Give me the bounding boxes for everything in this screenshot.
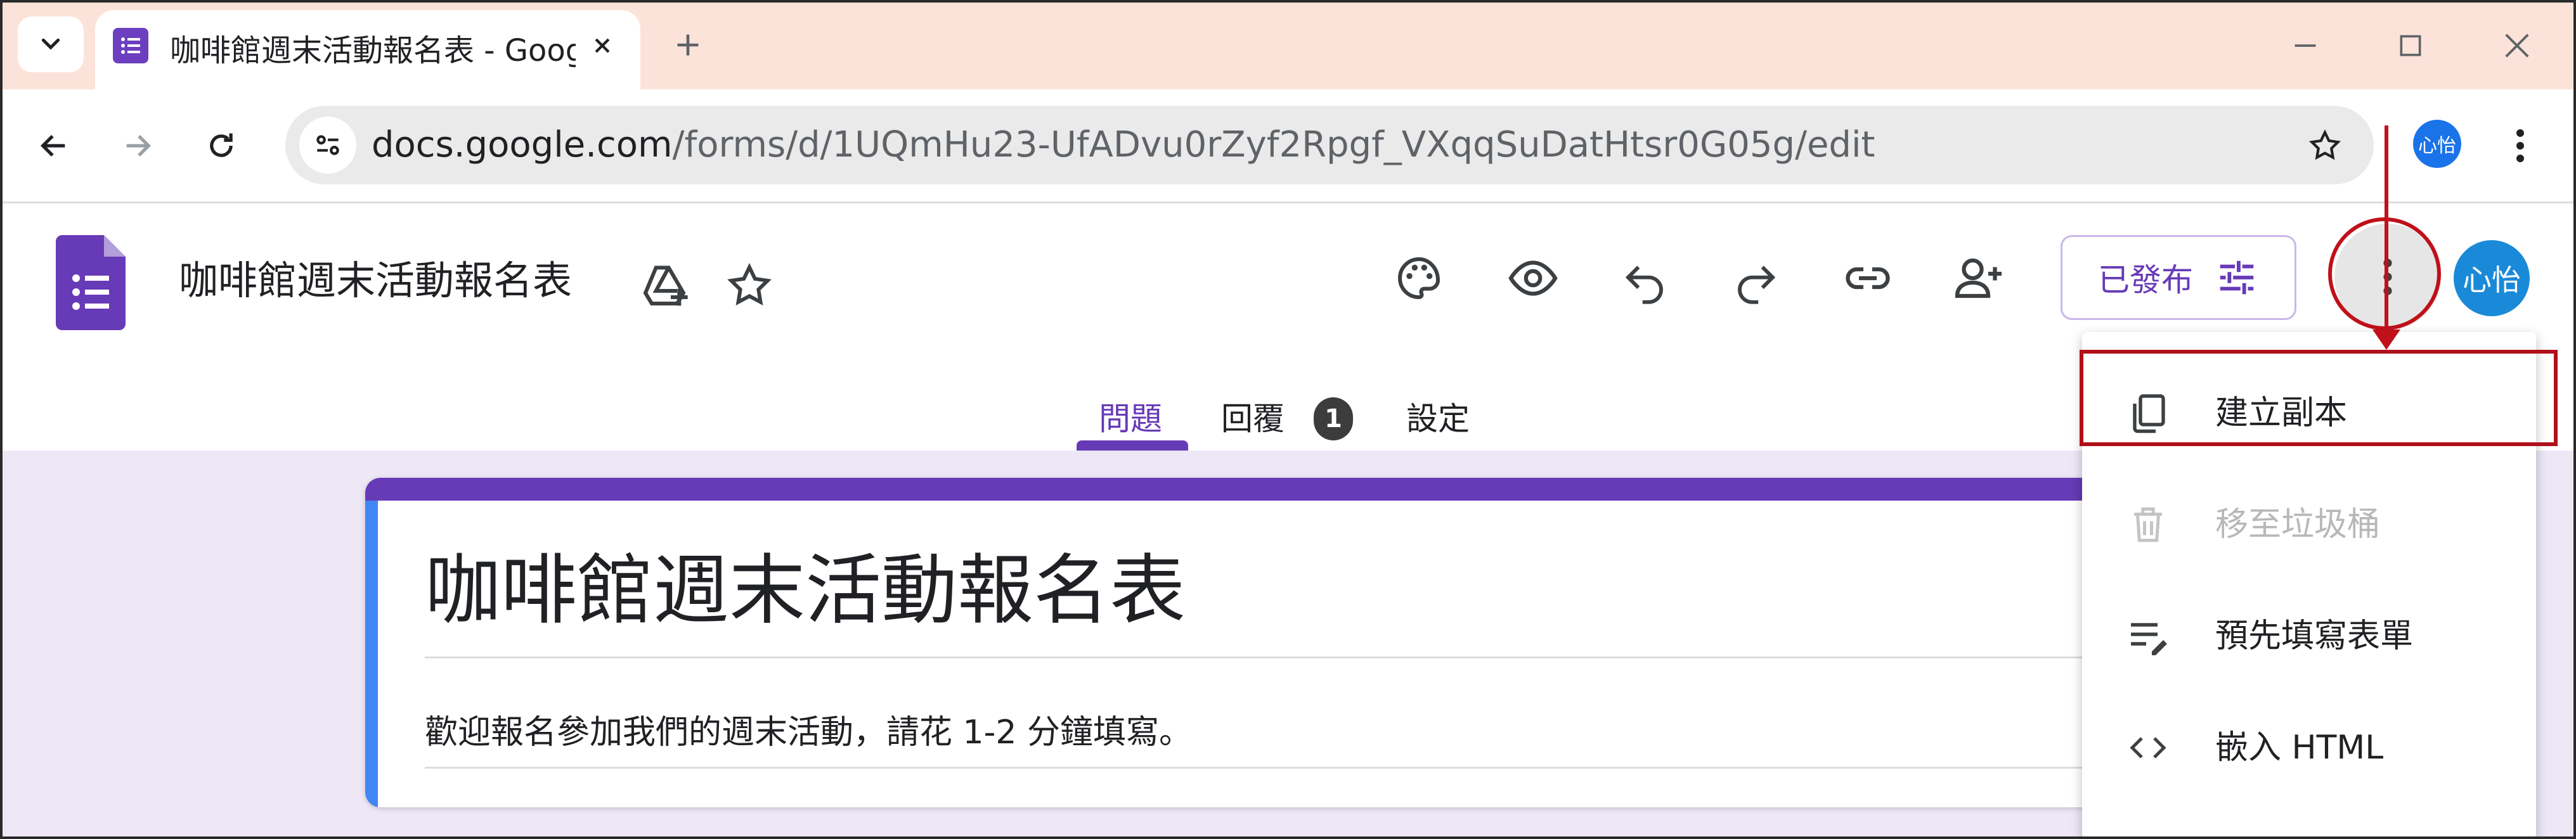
menu-item-prefill-form[interactable]: 預先填寫表單 — [2082, 579, 2536, 691]
add-collaborators-button[interactable] — [1949, 248, 2010, 309]
menu-label-prefill-form: 預先填寫表單 — [2215, 617, 2414, 655]
reload-icon — [210, 133, 233, 157]
tab-settings[interactable]: 設定 — [1406, 387, 1470, 451]
minimize-icon — [2294, 44, 2316, 47]
trash-icon — [2123, 499, 2173, 550]
menu-item-embed-html[interactable]: 嵌入 HTML — [2082, 691, 2536, 802]
card-focus-bar — [365, 501, 378, 807]
forward-arrow-icon — [126, 134, 152, 157]
customize-theme-button[interactable] — [1388, 248, 1449, 309]
google-forms-logo-icon[interactable] — [56, 235, 126, 330]
published-label: 已發布 — [2098, 262, 2193, 298]
tab-close-button[interactable] — [583, 27, 621, 65]
link-icon — [1846, 267, 1890, 290]
active-tab-indicator — [1077, 440, 1188, 451]
tune-sliders-icon — [2220, 260, 2254, 295]
back-arrow-icon — [40, 134, 65, 157]
eye-icon — [1508, 260, 1558, 296]
url-host: docs.google.com — [372, 124, 673, 165]
back-button[interactable] — [25, 117, 82, 174]
url-text: docs.google.com/forms/d/1UQmHu23-UfADvu0… — [372, 121, 1875, 169]
forward-button[interactable] — [109, 117, 166, 174]
highlight-box — [2080, 350, 2558, 446]
site-info-button[interactable] — [299, 117, 356, 174]
redo-button[interactable] — [1726, 249, 1787, 310]
person-add-icon — [1955, 258, 2002, 298]
plus-icon — [677, 34, 699, 56]
browser-tab-active[interactable]: 咖啡館週末活動報名表 - Google Forms — [95, 10, 640, 90]
drive-add-icon — [643, 266, 688, 306]
browser-profile-button[interactable]: 心怡 — [2413, 120, 2461, 168]
star-outline-icon — [727, 263, 772, 306]
undo-icon — [1625, 266, 1663, 304]
prefill-icon — [2123, 611, 2173, 662]
embed-code-icon — [2123, 722, 2173, 773]
menu-item-move-to-trash[interactable]: 移至垃圾桶 — [2082, 468, 2536, 579]
move-to-drive-button[interactable] — [634, 254, 695, 315]
star-icon — [2308, 129, 2341, 160]
form-title[interactable]: 咖啡館週末活動報名表 — [425, 544, 1186, 639]
document-title[interactable]: 咖啡館週末活動報名表 — [179, 254, 572, 307]
maximize-button[interactable] — [2385, 20, 2436, 71]
tab-responses[interactable]: 回覆 — [1221, 387, 1285, 451]
minimize-button[interactable] — [2280, 20, 2331, 71]
account-avatar[interactable]: 心怡 — [2454, 240, 2530, 316]
star-form-button[interactable] — [719, 255, 780, 316]
close-window-button[interactable] — [2492, 20, 2542, 71]
form-description[interactable]: 歡迎報名參加我們的週末活動，請花 1-2 分鐘填寫。 — [425, 710, 1192, 755]
published-button[interactable]: 已發布 — [2061, 235, 2296, 320]
annotation-arrow-line — [2385, 125, 2388, 335]
maximize-icon — [2400, 35, 2421, 56]
forms-favicon-icon — [113, 28, 148, 63]
url-path: /forms/d/1UQmHu23-UfADvu0rZyf2Rpgf_VXqqS… — [672, 124, 1875, 165]
address-bar[interactable]: docs.google.com/forms/d/1UQmHu23-UfADvu0… — [285, 106, 2374, 184]
browser-toolbar: docs.google.com/forms/d/1UQmHu23-UfADvu0… — [0, 89, 2576, 203]
close-icon — [595, 38, 610, 53]
more-vert-icon — [2516, 129, 2524, 162]
chevron-down-icon — [41, 38, 60, 50]
copy-link-button[interactable] — [1837, 248, 1898, 309]
new-tab-button[interactable] — [666, 23, 710, 67]
tab-title: 咖啡館週末活動報名表 - Google Forms — [170, 33, 576, 68]
browser-tabstrip: 咖啡館週末活動報名表 - Google Forms — [0, 0, 2576, 90]
preview-button[interactable] — [1503, 248, 1563, 309]
responses-count-badge: 1 — [1314, 397, 1353, 440]
redo-icon — [1738, 266, 1776, 304]
menu-label-move-to-trash: 移至垃圾桶 — [2215, 506, 2381, 544]
tab-search-button[interactable] — [18, 16, 84, 72]
palette-icon — [1398, 257, 1440, 300]
reload-button[interactable] — [193, 117, 250, 174]
browser-menu-button[interactable] — [2498, 117, 2542, 174]
bookmark-button[interactable] — [2303, 124, 2347, 168]
undo-button[interactable] — [1614, 249, 1675, 310]
close-window-icon — [2505, 34, 2529, 58]
annotation-arrow-head — [2372, 330, 2400, 350]
menu-label-embed-html: 嵌入 HTML — [2215, 729, 2384, 767]
tune-icon — [316, 135, 339, 155]
